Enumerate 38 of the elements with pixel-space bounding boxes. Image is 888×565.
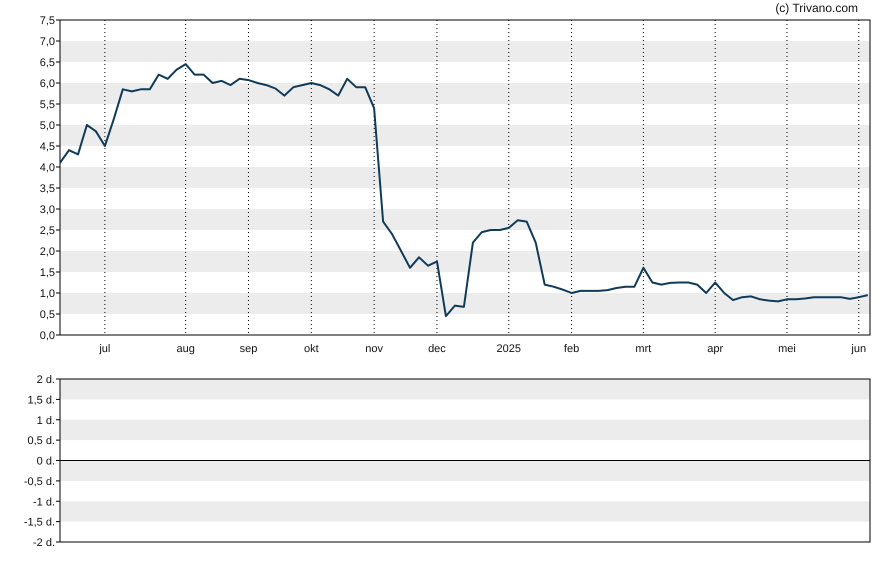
y-tick-label: -1,5 d. [24, 516, 55, 529]
y-tick-label: 0 d. [36, 456, 55, 468]
y-tick-label: -0,5 d. [24, 476, 55, 488]
y-tick-label: 0,5 [40, 309, 55, 321]
y-tick-label: 1,5 [40, 267, 55, 279]
y-tick-label: 1,5 d. [27, 394, 55, 406]
y-tick-label: 7,0 [40, 36, 55, 48]
y-tick-label: -1 d. [32, 496, 55, 508]
y-tick-label: 0,5 d. [27, 435, 55, 448]
x-tick-label: 2025 [496, 343, 521, 355]
y-tick-label: 7,5 [40, 15, 55, 27]
y-tick-label: 3,0 [40, 204, 55, 216]
x-tick-label: aug [176, 343, 195, 355]
y-tick-label: 1,0 [40, 288, 55, 300]
y-tick-label: 2 d. [36, 374, 55, 386]
x-tick-label: sep [240, 343, 258, 355]
x-tick-label: nov [365, 343, 383, 355]
x-tick-label: jun [851, 343, 866, 355]
y-tick-label: 6,0 [40, 78, 55, 90]
x-tick-label: mei [778, 343, 796, 355]
y-tick-label: 5,5 [40, 99, 55, 111]
x-tick-label: feb [564, 343, 580, 355]
copyright-text: (c) Trivano.com [775, 0, 858, 14]
y-tick-label: 4,0 [40, 162, 55, 174]
y-tick-label: 2,5 [40, 225, 55, 237]
y-tick-label: 4,5 [40, 141, 55, 153]
x-tick-label: okt [304, 343, 319, 355]
y-tick-label: 6,5 [40, 57, 55, 69]
y-tick-label: -2 d. [32, 537, 55, 549]
x-tick-label: jul [99, 343, 110, 355]
x-tick-label: apr [707, 343, 724, 355]
x-tick-label: mrt [635, 343, 652, 355]
y-tick-label: 0,0 [40, 330, 55, 342]
y-tick-label: 3,5 [40, 183, 55, 195]
x-tick-label: dec [428, 343, 446, 355]
y-tick-label: 5,0 [40, 120, 55, 132]
y-tick-label: 1 d. [36, 414, 55, 427]
y-tick-label: 2,0 [40, 246, 55, 258]
